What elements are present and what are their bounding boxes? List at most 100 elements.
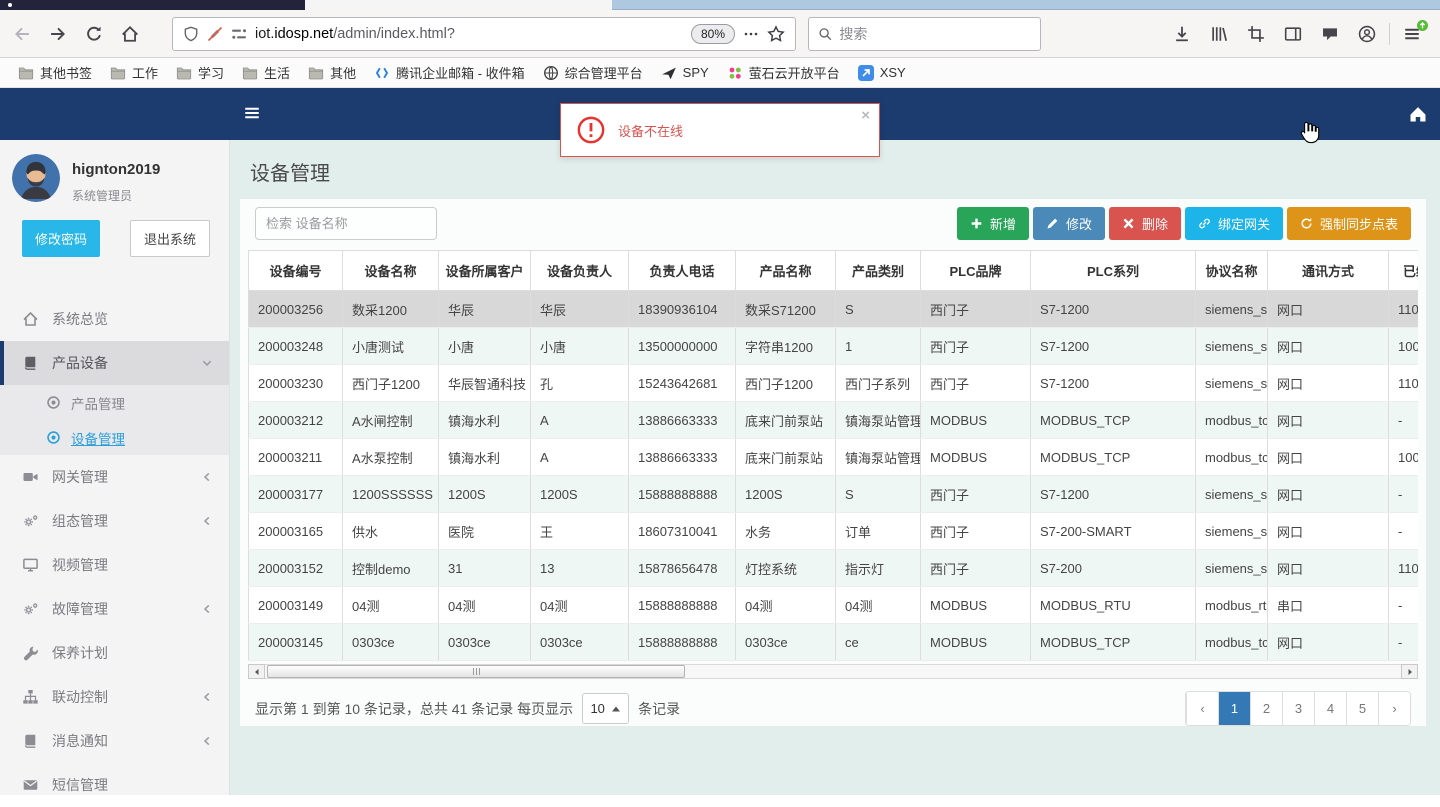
sidebar-item-device-mgmt[interactable]: 设备管理	[0, 420, 229, 455]
action-button-add[interactable]: 新增	[956, 207, 1029, 240]
bookmarks-bar: 其他书签 工作 学习 生活 其他 腾讯企业邮箱 - 收件箱 综合管理平台 SPY…	[0, 58, 1440, 88]
page-actions-icon[interactable]	[743, 26, 759, 42]
bookmark-other-bookmarks[interactable]: 其他书签	[10, 60, 100, 85]
scroll-right-button[interactable]	[1401, 664, 1418, 679]
sidebar-item-scada-mgmt[interactable]: 组态管理	[0, 499, 229, 543]
column-header[interactable]: 设备名称	[342, 250, 439, 291]
column-header[interactable]: 产品类别	[835, 250, 921, 291]
sidebar-item-product-device[interactable]: 产品设备	[0, 341, 229, 385]
toolbar-button-account[interactable]	[1351, 18, 1383, 50]
nav-button-forward[interactable]	[42, 18, 74, 50]
column-header[interactable]: 设备所属客户	[438, 250, 531, 291]
device-search-input[interactable]	[255, 207, 437, 240]
alert-close-button[interactable]: ×	[861, 107, 870, 124]
sidebar-item-fault-mgmt[interactable]: 故障管理	[0, 587, 229, 631]
sidebar-toggle-button[interactable]	[243, 104, 261, 125]
bookmark-star-icon[interactable]	[767, 24, 785, 43]
action-button-delete[interactable]: 删除	[1108, 207, 1181, 240]
table-row[interactable]: 200003165 供水 医院王 18607310041 水务 订单 西门子 S7-200-S…	[248, 512, 1418, 550]
action-button-edit[interactable]: 修改	[1032, 207, 1105, 240]
update-badge-icon	[1417, 19, 1428, 31]
table-cell: S	[835, 290, 921, 328]
scrollbar-track[interactable]	[265, 664, 1401, 679]
table-row[interactable]: 200003230 西门子1200 华辰智通科技孔 15243642681 西门子120…	[248, 364, 1418, 402]
scroll-left-button[interactable]	[248, 664, 265, 679]
app-home-button[interactable]	[1408, 104, 1428, 127]
table-cell: 1100023	[1388, 364, 1418, 402]
zoom-level-badge[interactable]: 80%	[690, 23, 735, 44]
sidebar-item-system-overview[interactable]: 系统总览	[0, 297, 229, 341]
column-header[interactable]: PLC系列	[1030, 250, 1196, 291]
table-cell: 18607310041	[628, 512, 736, 550]
page-button-3[interactable]: 3	[1282, 692, 1314, 725]
page-button-5[interactable]: 5	[1346, 692, 1378, 725]
bookmark-xsy[interactable]: XSY	[850, 62, 914, 84]
column-header[interactable]: 协议名称	[1195, 250, 1268, 291]
table-cell: 西门子	[920, 512, 1031, 550]
table-row[interactable]: 200003145 0303ce 0303ce 0303ce 15888888888 03…	[248, 623, 1418, 661]
table-row[interactable]: 200003152 控制demo 31 13 15878656478 灯控系统 指示灯 西门子…	[248, 549, 1418, 587]
table-cell: siemens_s7_tcp_hidata	[1195, 364, 1268, 402]
table-row[interactable]: 200003212 A水闸控制 镇海水利 A 13886663333 底来门前泵站 镇海泵站…	[248, 401, 1418, 439]
table-cell: 控制demo	[342, 549, 439, 587]
page-button-1[interactable]: 1	[1218, 692, 1250, 725]
shield-icon[interactable]	[183, 26, 199, 42]
column-header[interactable]: 产品名称	[735, 250, 836, 291]
url-bar[interactable]: iot.idosp.net/admin/index.html? 80%	[172, 16, 796, 51]
column-header[interactable]: 设备负责人	[530, 250, 629, 291]
toolbar-button-screenshot[interactable]	[1240, 18, 1272, 50]
table-cell: siemens_s7tcp_hinet	[1195, 327, 1268, 365]
bookmark-label: 工作	[132, 66, 159, 81]
toolbar-button-downloads[interactable]	[1166, 18, 1198, 50]
action-button-force-sync[interactable]: 强制同步点表	[1286, 207, 1411, 240]
column-header[interactable]: 已绑定网关	[1388, 250, 1418, 291]
permissions-icon[interactable]	[231, 26, 247, 42]
table-row[interactable]: 200003211 A水泵控制 镇海水利 A 13886663333 底来门前泵站 镇海泵站…	[248, 438, 1418, 476]
bookmark-mgmt-platform[interactable]: 综合管理平台	[535, 60, 651, 85]
sidebar-item-gateway-mgmt[interactable]: 网关管理	[0, 455, 229, 499]
nav-button-home[interactable]	[114, 18, 146, 50]
browser-search-input[interactable]	[839, 25, 1031, 42]
column-header[interactable]: 设备编号	[248, 250, 343, 291]
bookmark-life[interactable]: 生活	[234, 60, 298, 85]
table-cell: 1200SSSSSS	[342, 475, 439, 513]
nav-button-back[interactable]	[6, 18, 38, 50]
table-row[interactable]: 200003248 小唐测试 小唐 小唐 13500000000 字符串1200 1 西门子 S…	[248, 327, 1418, 365]
page-button-prev[interactable]: ‹	[1186, 692, 1218, 725]
bookmark-ezviz-open[interactable]: 萤石云开放平台	[719, 60, 848, 85]
tracking-off-icon[interactable]	[207, 26, 223, 42]
toolbar-button-sidebars[interactable]	[1277, 18, 1309, 50]
table-row[interactable]: 200003256 数采1200 华辰 华辰 18390936104 数采S71200 S 西…	[248, 290, 1418, 328]
table-row[interactable]: 200003177 1200SSSSSS 1200S 1200S 15888888888…	[248, 475, 1418, 513]
column-header[interactable]: 通讯方式	[1267, 250, 1389, 291]
bookmark-work[interactable]: 工作	[102, 60, 166, 85]
folder-icon	[176, 65, 192, 81]
logout-button[interactable]: 退出系统	[130, 220, 211, 257]
horizontal-scrollbar[interactable]	[248, 664, 1418, 679]
bookmark-study[interactable]: 学习	[168, 60, 232, 85]
page-button-2[interactable]: 2	[1250, 692, 1282, 725]
toolbar-button-pocket[interactable]	[1314, 18, 1346, 50]
forward-icon	[49, 25, 67, 43]
table-row[interactable]: 200003149 04测 04测 04测 15888888888 04测 04测 MODBU…	[248, 586, 1418, 624]
sidebar-item-video-mgmt[interactable]: 视频管理	[0, 543, 229, 587]
change-password-button[interactable]: 修改密码	[22, 220, 101, 257]
page-button-4[interactable]: 4	[1314, 692, 1346, 725]
bookmark-misc[interactable]: 其他	[300, 60, 364, 85]
sidebar-item-product-mgmt[interactable]: 产品管理	[0, 385, 229, 420]
scrollbar-thumb[interactable]	[267, 665, 685, 678]
bookmark-spy[interactable]: SPY	[653, 62, 717, 84]
page-button-next[interactable]: ›	[1378, 692, 1410, 725]
column-header[interactable]: PLC品牌	[920, 250, 1031, 291]
page-size-select[interactable]: 10	[582, 693, 630, 724]
sidebar-item-message-notify[interactable]: 消息通知	[0, 719, 229, 763]
column-header[interactable]: 负责人电话	[628, 250, 736, 291]
sidebar-item-sms-mgmt[interactable]: 短信管理	[0, 763, 229, 807]
nav-button-reload[interactable]	[78, 18, 110, 50]
action-button-bind-gateway[interactable]: 绑定网关	[1184, 207, 1283, 240]
sidebar-item-linkage-control[interactable]: 联动控制	[0, 675, 229, 719]
app-menu-button[interactable]	[1396, 18, 1428, 50]
sidebar-item-maintenance-plan[interactable]: 保养计划	[0, 631, 229, 675]
bookmark-tencent-mail[interactable]: 腾讯企业邮箱 - 收件箱	[366, 60, 533, 85]
toolbar-button-library[interactable]	[1203, 18, 1235, 50]
